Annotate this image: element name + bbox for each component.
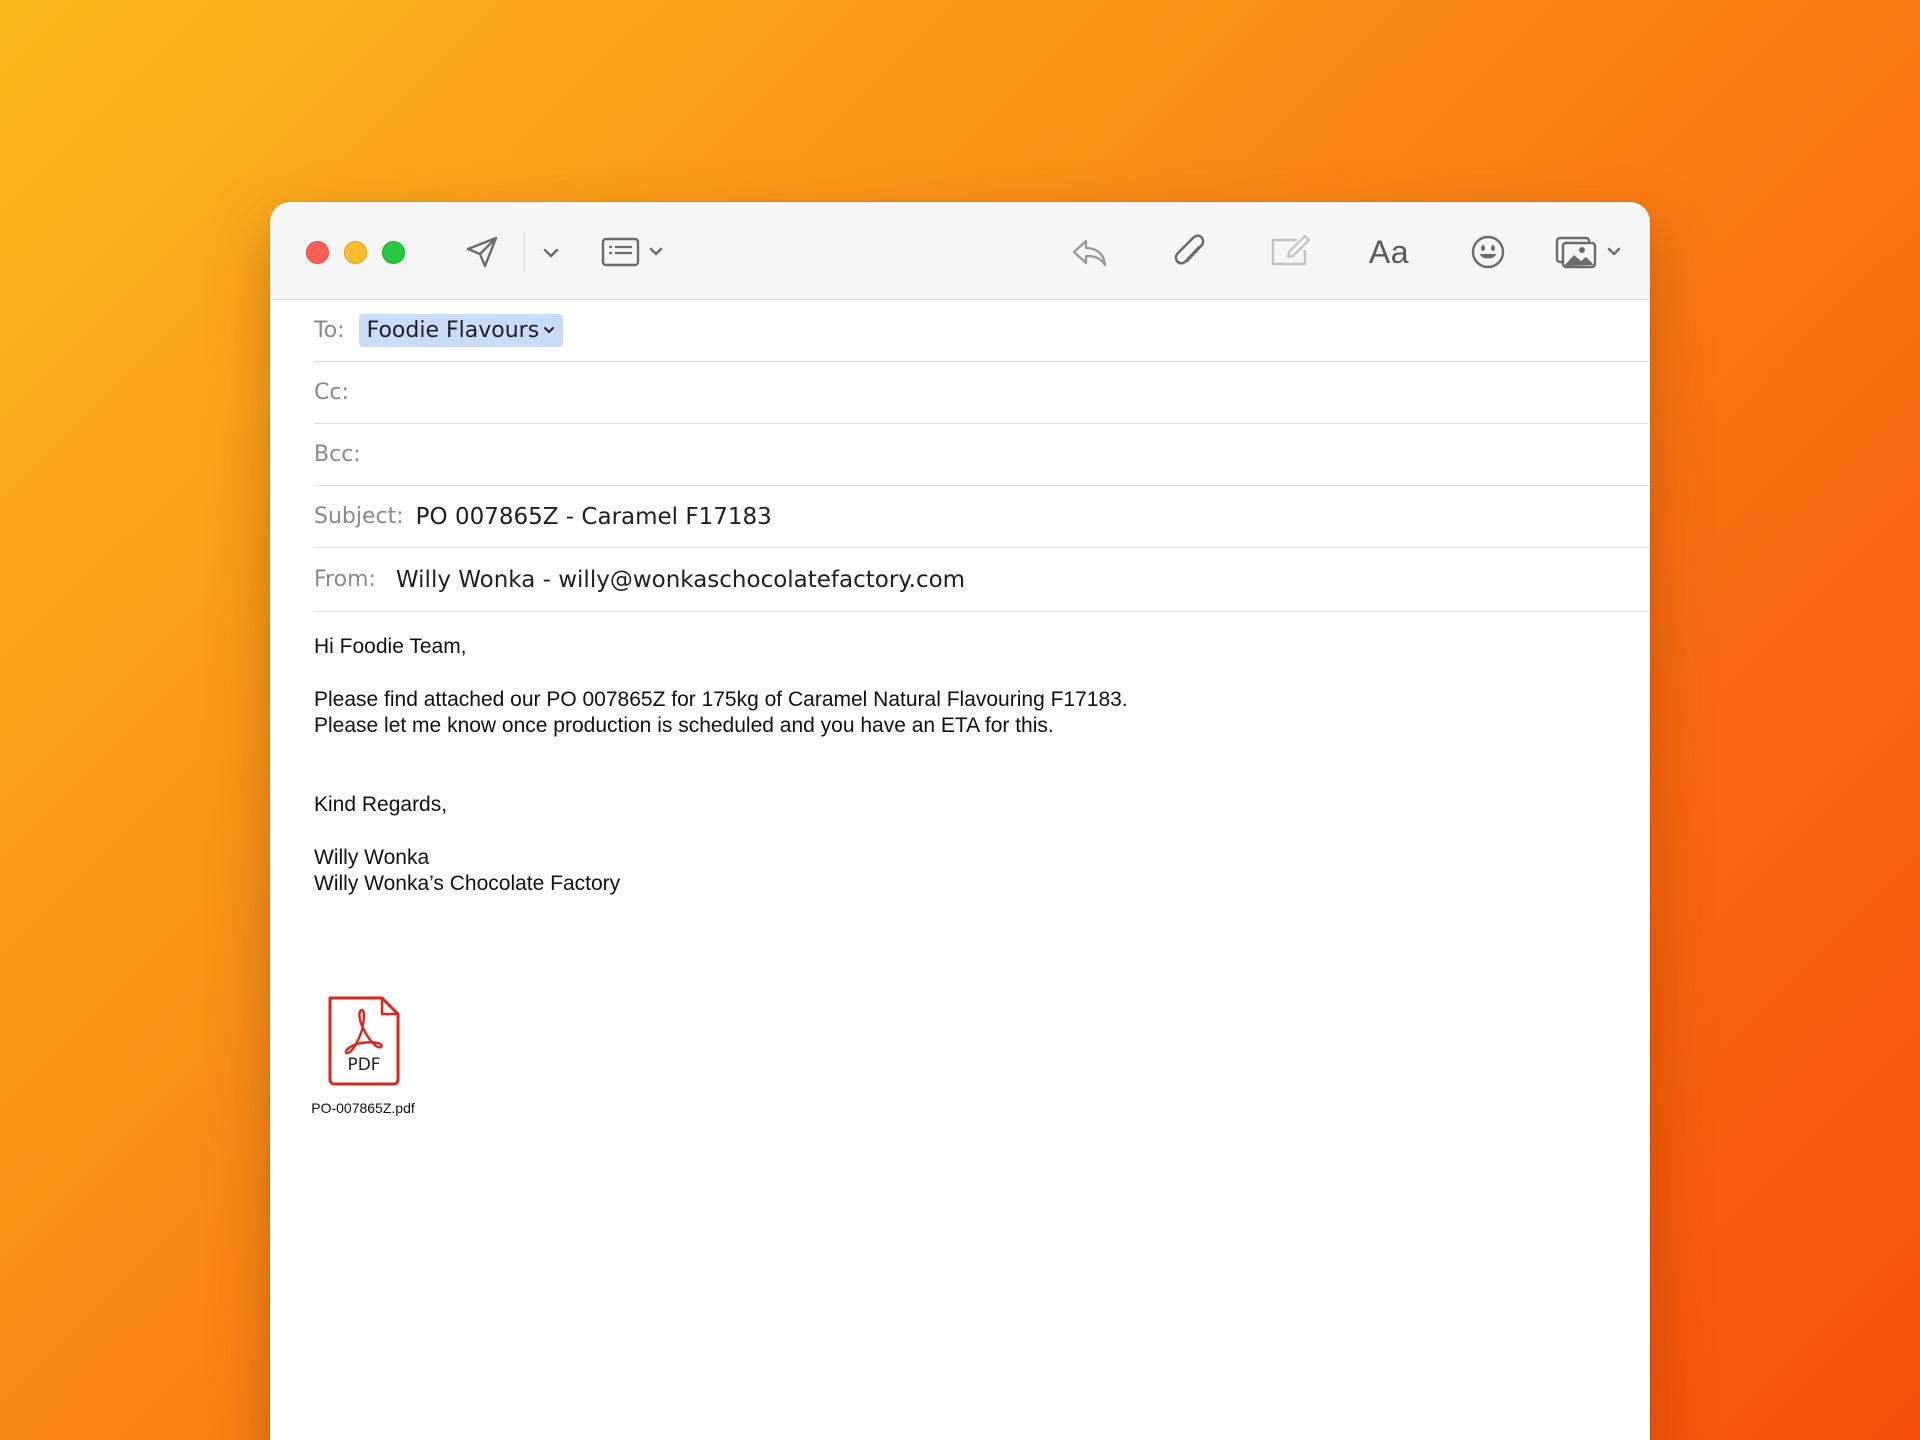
format-button[interactable]: Aa [1364,230,1414,274]
greeting: Hi Foodie Team, [314,635,467,658]
maximize-button[interactable] [382,241,405,264]
signature-company: Willy Wonka’s Chocolate Factory [314,872,621,895]
subject-label: Subject: [314,504,404,529]
message-body[interactable]: Hi Foodie Team, Please find attached our… [314,634,1614,897]
attachment-filename: PO-007865Z.pdf [311,1100,415,1116]
minimize-button[interactable] [344,241,367,264]
format-icon: Aa [1368,233,1410,270]
body-line-2: Please let me know once production is sc… [314,714,1054,737]
from-account-select[interactable]: Willy Wonka - willy@wonkaschocolatefacto… [396,567,965,593]
send-options-button[interactable] [536,238,566,268]
closing: Kind Regards, [314,793,448,816]
pdf-file-icon: PDF [328,996,400,1086]
send-button[interactable] [460,230,504,274]
desktop-background: Aa To: Foodie Flavours Cc: Bcc: Subject:… [0,0,1920,1440]
pdf-type-label: PDF [347,1055,380,1075]
chevron-down-icon [544,327,555,333]
emoji-button[interactable] [1466,230,1510,274]
reply-icon [1072,239,1107,267]
photo-browser-button[interactable] [1554,230,1630,274]
paperclip-icon [1174,234,1205,265]
photo-browser-icon [1555,236,1621,269]
close-button[interactable] [306,241,329,264]
emoji-icon [1471,235,1505,269]
subject-row: Subject: PO 007865Z - Caramel F17183 [314,486,1650,548]
header-fields-icon [601,237,663,267]
toolbar: Aa [270,202,1650,300]
signature-name: Willy Wonka [314,846,430,869]
bcc-row[interactable]: Bcc: [314,424,1650,486]
recipient-chip[interactable]: Foodie Flavours [358,313,564,347]
to-label: To: [314,317,345,343]
cc-label: Cc: [314,380,349,405]
body-line-1: Please find attached our PO 007865Z for … [314,688,1128,711]
toolbar-separator [524,232,525,272]
markup-icon [1271,234,1311,266]
cc-row[interactable]: Cc: [314,362,1650,424]
reply-button[interactable] [1066,230,1112,274]
from-row: From: Willy Wonka - willy@wonkaschocolat… [314,548,1650,612]
from-label: From: [314,567,376,592]
to-row: To: Foodie Flavours [314,299,1650,362]
chevron-down-icon [543,248,559,258]
send-icon [466,236,498,268]
recipient-name: Foodie Flavours [366,317,540,343]
subject-field[interactable]: PO 007865Z - Caramel F17183 [416,504,772,530]
bcc-label: Bcc: [314,442,361,467]
header-fields-button[interactable] [600,230,670,274]
compose-window: Aa To: Foodie Flavours Cc: Bcc: Subject:… [270,202,1650,1440]
markup-button[interactable] [1264,230,1314,274]
attach-button[interactable] [1166,228,1212,276]
